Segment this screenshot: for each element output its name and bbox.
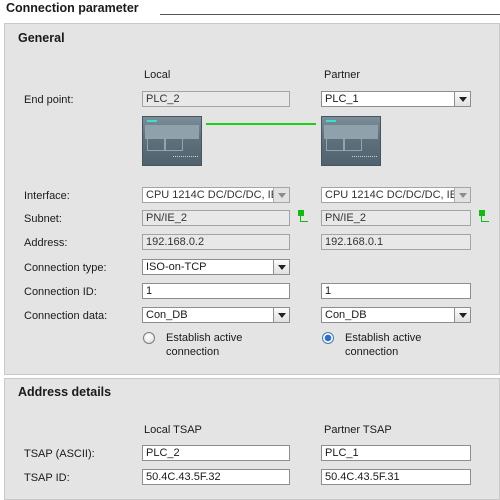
- address-label: Address:: [24, 237, 68, 249]
- local-tsap-ascii-input[interactable]: PLC_2: [142, 445, 290, 461]
- partner-tsap-column-header: Partner TSAP: [324, 424, 392, 436]
- local-establish-line2: connection: [166, 346, 220, 358]
- partner-establish-line1: Establish active: [345, 332, 422, 344]
- connection-data-label: Connection data:: [24, 310, 108, 322]
- partner-end-point-value: PLC_1: [325, 93, 359, 105]
- chevron-down-icon[interactable]: [273, 260, 289, 274]
- connection-type-label: Connection type:: [24, 262, 107, 274]
- partner-connection-id-input[interactable]: 1: [321, 283, 471, 299]
- local-plc-icon: [142, 116, 202, 166]
- chevron-down-icon[interactable]: [273, 308, 289, 322]
- network-connector-icon: [479, 210, 489, 222]
- general-section-title: General: [18, 31, 65, 45]
- partner-column-header: Partner: [324, 69, 361, 81]
- connection-type-select[interactable]: ISO-on-TCP: [142, 259, 290, 275]
- interface-label: Interface:: [24, 190, 70, 202]
- chevron-down-icon: [454, 188, 470, 202]
- partner-tsap-id-input[interactable]: 50.4C.43.5F.31: [321, 469, 471, 485]
- connection-id-label: Connection ID:: [24, 286, 97, 298]
- local-tsap-id-input[interactable]: 50.4C.43.5F.32: [142, 469, 290, 485]
- partner-subnet-field: PN/IE_2: [321, 210, 471, 226]
- local-column-header: Local: [144, 69, 171, 81]
- local-interface-select: CPU 1214C DC/DC/DC, IE: [142, 187, 290, 203]
- chevron-down-icon[interactable]: [454, 92, 470, 106]
- partner-establish-active-label[interactable]: Establish active connection: [345, 331, 421, 359]
- local-interface-value: CPU 1214C DC/DC/DC, IE: [146, 189, 279, 201]
- network-connector-icon: [298, 210, 308, 222]
- partner-interface-value: CPU 1214C DC/DC/DC, IE: [325, 189, 458, 201]
- local-tsap-column-header: Local TSAP: [144, 424, 202, 436]
- local-end-point-field: PLC_2: [142, 91, 290, 107]
- partner-interface-select: CPU 1214C DC/DC/DC, IE: [321, 187, 471, 203]
- local-connection-id-input[interactable]: 1: [142, 283, 290, 299]
- end-point-label: End point:: [24, 94, 74, 106]
- partner-tsap-ascii-input[interactable]: PLC_1: [321, 445, 471, 461]
- local-connection-data-value: Con_DB: [146, 309, 188, 321]
- connection-type-value: ISO-on-TCP: [146, 261, 207, 273]
- tsap-ascii-label: TSAP (ASCII):: [24, 448, 95, 460]
- title-divider: [160, 14, 500, 15]
- partner-plc-icon: [321, 116, 381, 166]
- local-address-field: 192.168.0.2: [142, 234, 290, 250]
- partner-connection-data-value: Con_DB: [325, 309, 367, 321]
- chevron-down-icon: [273, 188, 289, 202]
- local-establish-line1: Establish active: [166, 332, 243, 344]
- subnet-label: Subnet:: [24, 213, 62, 225]
- connection-line: [206, 123, 316, 125]
- tsap-id-label: TSAP ID:: [24, 472, 70, 484]
- local-establish-active-label[interactable]: Establish active connection: [166, 331, 242, 359]
- partner-establish-active-radio[interactable]: [322, 332, 334, 344]
- local-subnet-field: PN/IE_2: [142, 210, 290, 226]
- chevron-down-icon[interactable]: [454, 308, 470, 322]
- partner-address-field: 192.168.0.1: [321, 234, 471, 250]
- page-title: Connection parameter: [6, 1, 147, 15]
- partner-establish-line2: connection: [345, 346, 399, 358]
- partner-end-point-select[interactable]: PLC_1: [321, 91, 471, 107]
- local-connection-data-select[interactable]: Con_DB: [142, 307, 290, 323]
- address-details-section-title: Address details: [18, 385, 112, 399]
- local-establish-active-radio[interactable]: [143, 332, 155, 344]
- partner-connection-data-select[interactable]: Con_DB: [321, 307, 471, 323]
